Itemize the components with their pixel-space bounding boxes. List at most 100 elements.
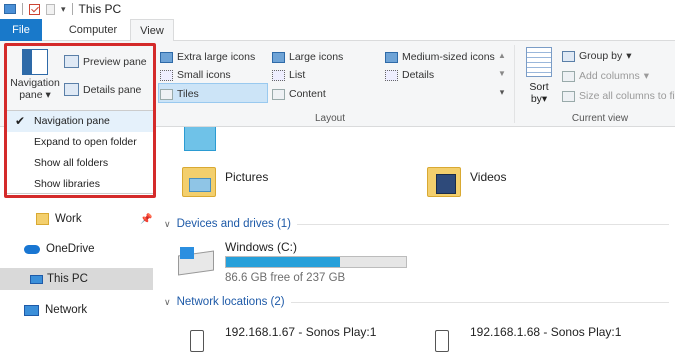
sort-by-label-line2: by — [530, 93, 542, 105]
network-location-label[interactable]: 192.168.1.68 - Sonos Play:1 — [470, 325, 621, 339]
details-pane-button[interactable]: Details pane — [64, 83, 141, 96]
customize-quick-access-icon[interactable]: ▾ — [61, 4, 66, 15]
windows-drive-icon[interactable] — [176, 247, 216, 277]
folder-label-pictures[interactable]: Pictures — [225, 170, 268, 184]
menu-item-expand-to-open-folder[interactable]: Expand to open folder — [7, 132, 153, 153]
sidebar-item-work[interactable]: Work 📌 — [0, 208, 153, 230]
layout-small-icons[interactable]: Small icons — [160, 69, 231, 81]
videos-folder-icon[interactable] — [427, 167, 461, 197]
scroll-up-icon[interactable]: ▲ — [497, 47, 507, 65]
section-divider — [290, 301, 669, 303]
window-title: This PC — [78, 2, 122, 16]
add-columns-icon — [562, 70, 575, 82]
section-divider — [297, 223, 669, 225]
layout-tiles[interactable]: Tiles — [160, 88, 199, 100]
size-all-columns-button[interactable]: Size all columns to fit — [562, 90, 675, 102]
layout-medium-icons[interactable]: Medium-sized icons — [385, 51, 495, 63]
section-title: Devices and drives (1) — [176, 218, 291, 230]
group-by-button[interactable]: Group by ▾ — [562, 50, 631, 62]
network-device-icon[interactable] — [435, 330, 449, 352]
onedrive-cloud-icon — [24, 244, 40, 254]
navigation-pane-button[interactable]: Navigation pane ▾ — [8, 47, 62, 111]
pictures-folder-icon[interactable] — [182, 167, 216, 197]
sidebar-item-label: Work — [55, 213, 82, 225]
chevron-down-icon: ▾ — [626, 50, 632, 62]
new-folder-quick-access-icon[interactable] — [46, 3, 55, 15]
sidebar-item-this-pc[interactable]: This PC — [0, 268, 153, 290]
large-icons-label: Large icons — [289, 51, 344, 63]
group-by-label: Group by — [579, 50, 623, 62]
navigation-pane-label-line1: Navigation — [10, 77, 60, 89]
navigation-pane-icon — [22, 49, 48, 75]
chevron-down-icon: ▾ — [45, 89, 51, 101]
network-location-label[interactable]: 192.168.1.67 - Sonos Play:1 — [225, 325, 376, 339]
chevron-down-icon: ▾ — [541, 93, 548, 105]
menu-item-label: Navigation pane — [34, 115, 110, 127]
navigation-pane-label-row: pane ▾ — [8, 89, 62, 101]
folder-label-videos[interactable]: Videos — [470, 170, 506, 184]
sidebar-item-label: Network — [45, 304, 88, 316]
tab-file[interactable]: File — [0, 19, 42, 41]
list-icon — [272, 69, 285, 81]
sort-by-label-row: by▾ — [524, 93, 554, 105]
sidebar-item-label: OneDrive — [46, 243, 95, 255]
menu-item-navigation-pane[interactable]: ✔ Navigation pane — [7, 111, 153, 132]
details-label: Details — [402, 69, 435, 81]
drive-name[interactable]: Windows (C:) — [225, 240, 297, 254]
chevron-down-icon: ∨ — [164, 296, 171, 307]
drive-usage-bar — [225, 256, 407, 268]
large-icons-icon — [272, 51, 285, 63]
content-label: Content — [289, 88, 326, 100]
expand-gallery-icon[interactable]: ▾ — [497, 83, 507, 101]
extra-large-icons-label: Extra large icons — [177, 51, 256, 63]
layout-details[interactable]: Details — [385, 69, 434, 81]
layout-content[interactable]: Content — [272, 88, 326, 100]
drive-free-space: 86.6 GB free of 237 GB — [225, 272, 346, 284]
tab-view[interactable]: View — [130, 19, 174, 42]
drive-usage-fill — [226, 257, 341, 267]
3d-objects-folder-icon[interactable] — [184, 127, 216, 151]
tab-computer[interactable]: Computer — [58, 19, 128, 41]
sidebar-item-label: This PC — [47, 273, 88, 285]
group-by-icon — [562, 50, 575, 62]
menu-item-show-libraries[interactable]: Show libraries — [7, 174, 153, 195]
medium-icons-icon — [385, 51, 398, 63]
preview-pane-button[interactable]: Preview pane — [64, 55, 147, 68]
layout-large-icons[interactable]: Large icons — [272, 51, 343, 63]
section-title: Network locations (2) — [176, 296, 285, 308]
sidebar-item-network[interactable]: Network — [0, 299, 153, 321]
chevron-down-icon: ▾ — [643, 70, 649, 82]
section-devices-and-drives[interactable]: ∨ Devices and drives (1) — [164, 218, 669, 230]
layout-scroll[interactable]: ▲ ▼ ▾ — [497, 47, 507, 101]
network-device-icon[interactable] — [190, 330, 204, 352]
small-icons-icon — [160, 69, 173, 81]
sort-by-button[interactable]: Sort by▾ — [524, 47, 554, 105]
details-icon — [385, 69, 398, 81]
scroll-down-icon[interactable]: ▼ — [497, 65, 507, 83]
menu-item-show-all-folders[interactable]: Show all folders — [7, 153, 153, 174]
layout-list[interactable]: List — [272, 69, 305, 81]
menu-item-label: Show all folders — [34, 157, 109, 169]
pin-icon[interactable]: 📌 — [140, 214, 152, 225]
layout-extra-large-icons[interactable]: Extra large icons — [160, 51, 255, 63]
title-bar: ▾ This PC — [0, 0, 675, 18]
sort-by-icon — [526, 47, 552, 77]
explorer-icon — [4, 4, 16, 14]
small-icons-label: Small icons — [177, 69, 231, 81]
properties-quick-access-icon[interactable] — [29, 3, 40, 15]
navigation-pane-label-line2: pane — [19, 89, 43, 101]
main-content: Pictures Videos ∨ Devices and drives (1)… — [162, 127, 675, 354]
navigation-pane-dropdown: ✔ Navigation pane Expand to open folder … — [6, 110, 154, 194]
tiles-icon — [160, 88, 173, 100]
network-icon — [24, 304, 39, 316]
preview-pane-label: Preview pane — [83, 55, 147, 68]
sidebar-item-onedrive[interactable]: OneDrive — [0, 238, 153, 260]
extra-large-icons-icon — [160, 51, 173, 63]
ribbon-tabs: File Computer View — [0, 19, 675, 42]
content-icon — [272, 88, 285, 100]
add-columns-label: Add columns — [579, 70, 640, 82]
title-separator — [71, 3, 73, 15]
add-columns-button[interactable]: Add columns ▾ — [562, 70, 649, 82]
title-separator — [22, 3, 23, 15]
section-network-locations[interactable]: ∨ Network locations (2) — [164, 296, 669, 308]
